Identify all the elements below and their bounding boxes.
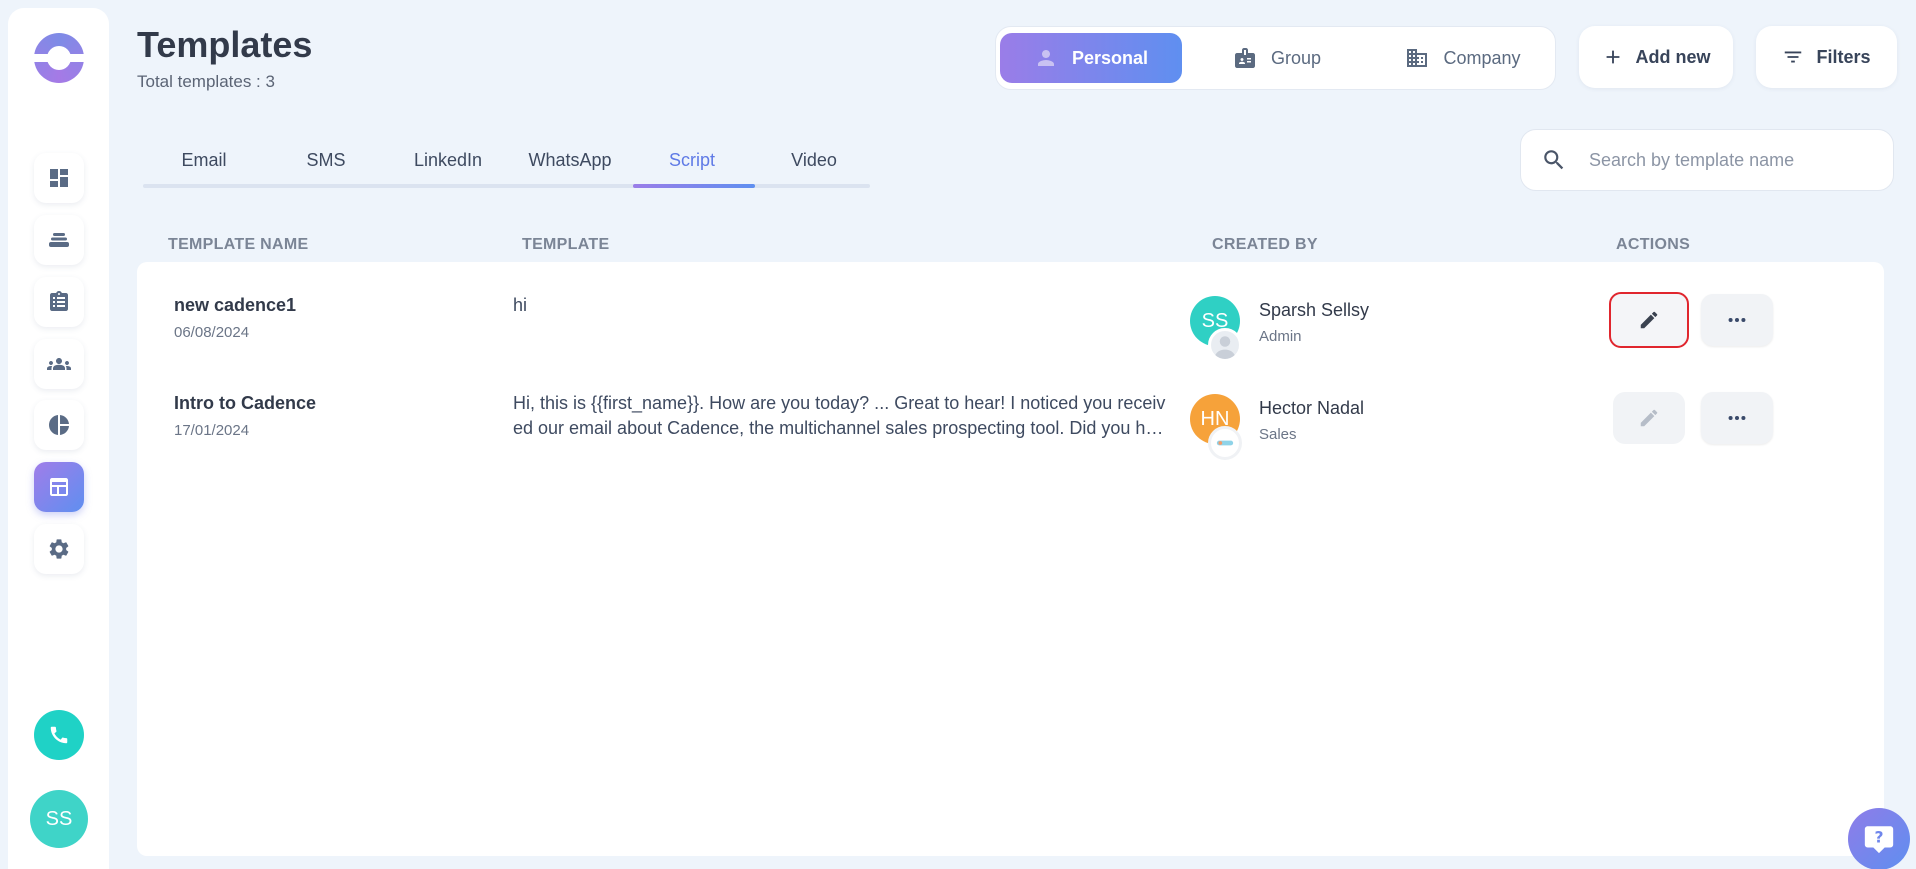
company-badge-icon xyxy=(1208,328,1242,362)
id-card-icon xyxy=(1234,48,1255,68)
tab-linkedin[interactable]: LinkedIn xyxy=(387,150,509,171)
column-header-created-by: CREATED BY xyxy=(1212,236,1318,253)
template-date: 06/08/2024 xyxy=(174,324,250,341)
phone-icon xyxy=(50,726,68,744)
template-preview: hi xyxy=(513,295,528,315)
more-options-button[interactable] xyxy=(1701,392,1773,444)
filter-icon xyxy=(1785,51,1802,63)
svg-text:?: ? xyxy=(1874,829,1883,847)
sidebar-item-dashboard[interactable] xyxy=(34,153,84,203)
dashboard-icon xyxy=(50,169,68,187)
templates-icon xyxy=(50,478,68,496)
tab-video[interactable]: Video xyxy=(753,150,875,171)
help-button[interactable]: ? xyxy=(1848,808,1910,869)
scope-group-label: Group xyxy=(1270,47,1322,68)
more-horizontal-icon xyxy=(1728,317,1746,323)
sidebar-item-templates[interactable] xyxy=(34,462,84,512)
more-horizontal-icon xyxy=(1728,415,1746,421)
creator-role: Sales xyxy=(1259,426,1297,443)
person-icon xyxy=(1037,50,1054,66)
sidebar-item-cadences[interactable] xyxy=(34,215,84,265)
template-preview: Hi, this is {{first_name}}. How are you … xyxy=(513,393,1166,438)
scope-group[interactable]: Group xyxy=(1202,33,1352,83)
help-chat-icon: ? xyxy=(1864,826,1894,854)
logo-icon[interactable] xyxy=(34,33,84,83)
sidebar: SS xyxy=(8,8,109,869)
scope-company[interactable]: Company xyxy=(1378,33,1548,83)
search-input[interactable] xyxy=(1589,149,1879,171)
creator-name: Sparsh Sellsy xyxy=(1259,300,1370,320)
add-new-button[interactable]: Add new xyxy=(1579,26,1733,88)
creator-avatar: SS xyxy=(1190,296,1250,362)
pencil-icon xyxy=(1640,311,1658,329)
scope-company-label: Company xyxy=(1443,47,1521,68)
company-logo-icon xyxy=(1208,426,1242,460)
creator-name: Hector Nadal xyxy=(1259,398,1365,418)
tab-script[interactable]: Script xyxy=(631,150,753,171)
add-new-label: Add new xyxy=(1635,46,1711,67)
sidebar-item-tasks[interactable] xyxy=(34,277,84,327)
column-header-actions: ACTIONS xyxy=(1616,236,1691,253)
scope-personal-label: Personal xyxy=(1071,47,1149,68)
active-tab-indicator xyxy=(633,184,755,188)
plus-icon xyxy=(1606,50,1619,64)
scope-toggle: Personal Group Company xyxy=(995,26,1556,90)
tab-email[interactable]: Email xyxy=(143,150,265,171)
pie-chart-icon xyxy=(49,415,69,435)
column-header-template-name: TEMPLATE NAME xyxy=(168,236,309,253)
edit-button[interactable] xyxy=(1613,392,1685,444)
call-button[interactable] xyxy=(34,710,84,760)
templates-table: new cadence1 06/08/2024 hi SS Sparsh Sel… xyxy=(137,262,1884,856)
user-avatar[interactable]: SS xyxy=(30,790,88,848)
cadence-stack-icon xyxy=(49,233,69,247)
column-header-template: TEMPLATE xyxy=(522,236,610,253)
tabs-underline xyxy=(143,184,870,188)
table-row[interactable]: new cadence1 06/08/2024 hi SS Sparsh Sel… xyxy=(137,262,1884,362)
total-templates-count: Total templates : 3 xyxy=(137,72,275,91)
creator-role: Admin xyxy=(1259,328,1302,345)
building-icon xyxy=(1407,49,1428,67)
filters-button[interactable]: Filters xyxy=(1756,26,1897,88)
template-name: Intro to Cadence xyxy=(174,393,317,413)
template-name: new cadence1 xyxy=(174,295,297,315)
template-date: 17/01/2024 xyxy=(174,422,250,439)
sidebar-item-people[interactable] xyxy=(34,339,84,389)
gear-icon xyxy=(49,539,69,559)
tasks-clipboard-icon xyxy=(50,291,68,311)
people-icon xyxy=(47,358,71,370)
sidebar-item-analytics[interactable] xyxy=(34,400,84,450)
pencil-icon xyxy=(1640,409,1658,427)
page-title: Templates xyxy=(137,24,313,65)
channel-tabs: Email SMS LinkedIn WhatsApp Script Video xyxy=(143,140,870,190)
search-box xyxy=(1520,129,1894,191)
sidebar-item-settings[interactable] xyxy=(34,524,84,574)
search-icon xyxy=(1544,150,1564,170)
tab-sms[interactable]: SMS xyxy=(265,150,387,171)
edit-button[interactable] xyxy=(1609,292,1689,348)
creator-avatar: HN xyxy=(1190,394,1250,460)
table-row[interactable]: Intro to Cadence 17/01/2024 Hi, this is … xyxy=(137,360,1884,460)
tab-whatsapp[interactable]: WhatsApp xyxy=(509,150,631,171)
more-options-button[interactable] xyxy=(1701,294,1773,346)
filters-label: Filters xyxy=(1816,46,1871,67)
scope-personal[interactable]: Personal xyxy=(1000,33,1182,83)
